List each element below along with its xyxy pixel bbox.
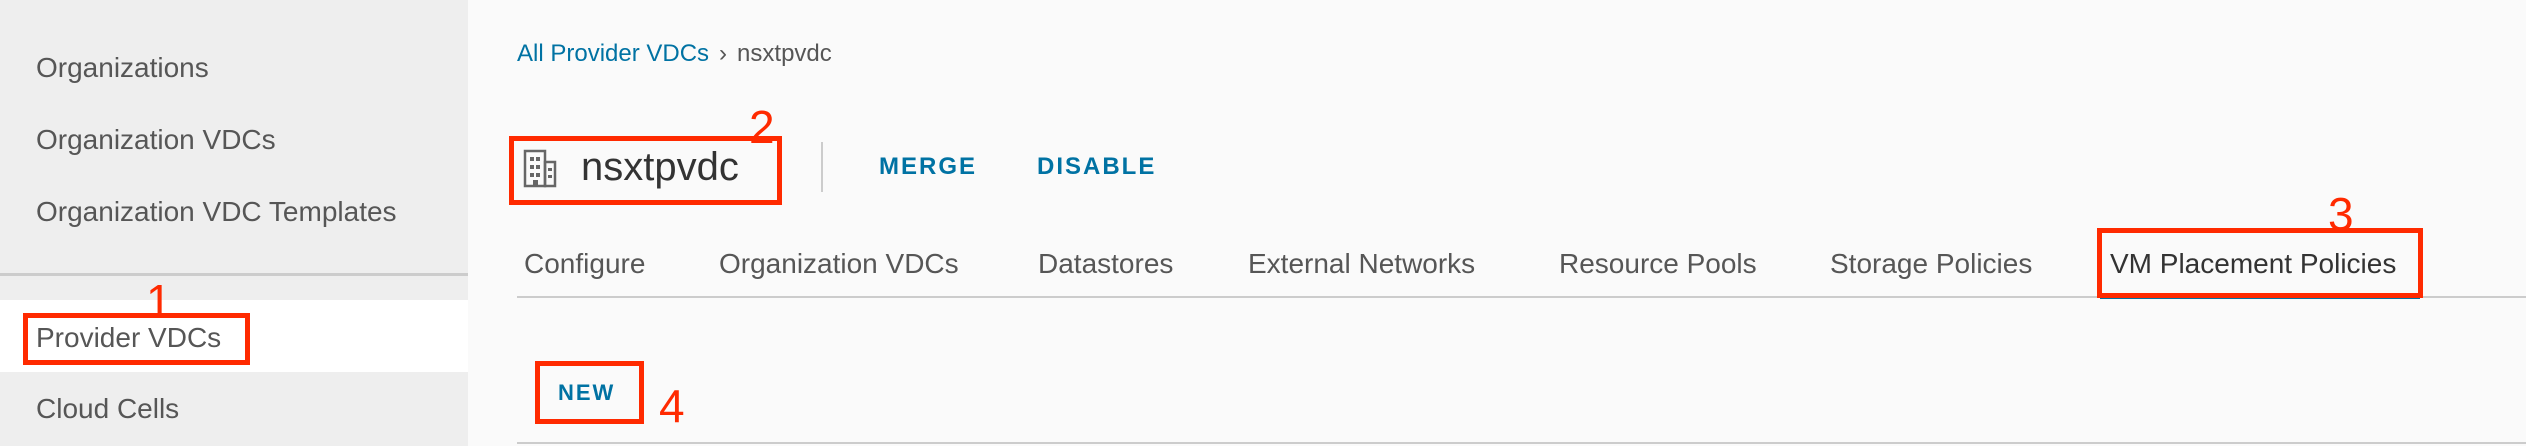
annotation-box-2 xyxy=(509,136,782,205)
annotation-number-4: 4 xyxy=(659,380,685,432)
sidebar: Organizations Organization VDCs Organiza… xyxy=(0,0,468,446)
tab-datastores[interactable]: Datastores xyxy=(1038,248,1173,280)
annotation-number-3: 3 xyxy=(2328,188,2354,240)
annotation-number-1: 1 xyxy=(146,275,172,327)
tab-resource-pools[interactable]: Resource Pools xyxy=(1559,248,1757,280)
grid-top-border xyxy=(517,442,2526,444)
tab-external-networks[interactable]: External Networks xyxy=(1248,248,1475,280)
sidebar-divider xyxy=(0,273,468,276)
disable-button[interactable]: DISABLE xyxy=(1037,153,1156,181)
breadcrumb-separator: › xyxy=(719,40,728,67)
breadcrumb-link-all-provider-vdcs[interactable]: All Provider VDCs xyxy=(517,40,709,67)
breadcrumb-current: nsxtpvdc xyxy=(737,40,832,67)
tab-configure[interactable]: Configure xyxy=(524,248,645,280)
annotation-box-1 xyxy=(23,313,250,365)
breadcrumb: All Provider VDCs › nsxtpvdc xyxy=(517,40,832,68)
sidebar-item-cloud-cells[interactable]: Cloud Cells xyxy=(36,393,179,425)
header-divider xyxy=(821,142,823,192)
annotation-number-2: 2 xyxy=(749,101,775,153)
sidebar-item-organizations[interactable]: Organizations xyxy=(36,52,209,84)
annotation-box-3 xyxy=(2097,228,2423,298)
sidebar-item-organization-vdcs[interactable]: Organization VDCs xyxy=(36,124,276,156)
sidebar-item-organization-vdc-templates[interactable]: Organization VDC Templates xyxy=(36,196,397,228)
merge-button[interactable]: MERGE xyxy=(879,153,977,181)
tab-organization-vdcs[interactable]: Organization VDCs xyxy=(719,248,959,280)
annotation-box-4 xyxy=(535,361,644,424)
tab-storage-policies[interactable]: Storage Policies xyxy=(1830,248,2032,280)
